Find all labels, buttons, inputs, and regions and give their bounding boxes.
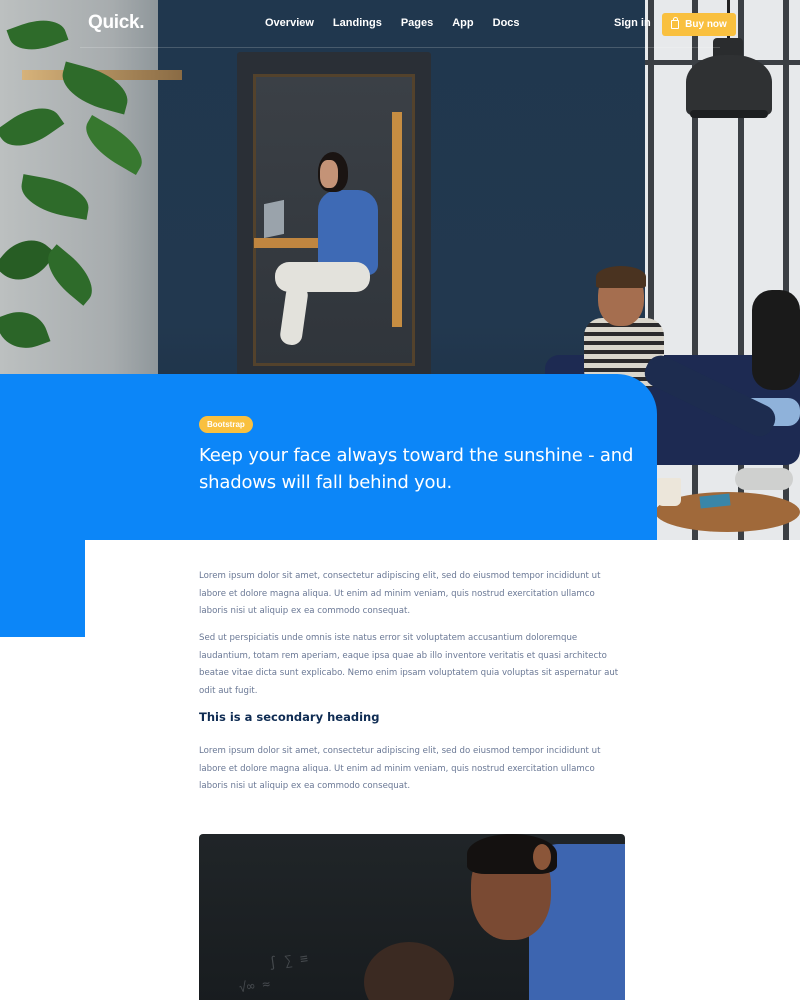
mug — [657, 478, 681, 506]
nav-link-docs[interactable]: Docs — [493, 17, 520, 29]
article-photo: ∫ ∑ ≡ √∞ ≈ — [199, 834, 625, 1000]
sign-in-link[interactable]: Sign in — [614, 17, 651, 29]
navbar: Quick. Overview Landings Pages App Docs … — [80, 0, 736, 48]
nav-link-overview[interactable]: Overview — [265, 17, 314, 29]
paragraph-1: Lorem ipsum dolor sit amet, consectetur … — [199, 571, 601, 616]
paragraph-3: Lorem ipsum dolor sit amet, consectetur … — [199, 746, 601, 791]
logo[interactable]: Quick. — [88, 12, 145, 34]
paragraph-2: Sed ut perspiciatis unde omnis iste natu… — [199, 633, 619, 696]
pendant-lamp — [686, 55, 772, 115]
seated-woman — [752, 290, 800, 390]
lamp-rim — [690, 110, 768, 118]
nav-link-pages[interactable]: Pages — [401, 17, 433, 29]
secondary-heading: This is a secondary heading — [199, 710, 380, 724]
hero-quote: Keep your face always toward the sunshin… — [199, 445, 634, 493]
shopping-bag-icon — [671, 17, 680, 29]
laptop — [264, 199, 284, 239]
booth-wood-panel — [392, 112, 402, 327]
nav-links: Overview Landings Pages App Docs — [265, 17, 520, 29]
chalkboard-scribble: √∞ ≈ — [238, 976, 272, 997]
nav-link-landings[interactable]: Landings — [333, 17, 382, 29]
buy-now-button[interactable]: Buy now — [662, 13, 736, 36]
woman-face — [320, 160, 338, 188]
man-hair — [596, 266, 646, 288]
banner-accent — [0, 540, 85, 637]
nav-link-app[interactable]: App — [452, 17, 473, 29]
man-shoe — [735, 468, 793, 490]
chalkboard-scribble: ∫ ∑ ≡ — [268, 951, 309, 972]
buy-now-label: Buy now — [685, 19, 727, 30]
student-ear — [533, 844, 551, 870]
booth-desk — [254, 238, 324, 248]
category-badge[interactable]: Bootstrap — [199, 416, 253, 433]
second-student-head — [364, 942, 454, 1000]
